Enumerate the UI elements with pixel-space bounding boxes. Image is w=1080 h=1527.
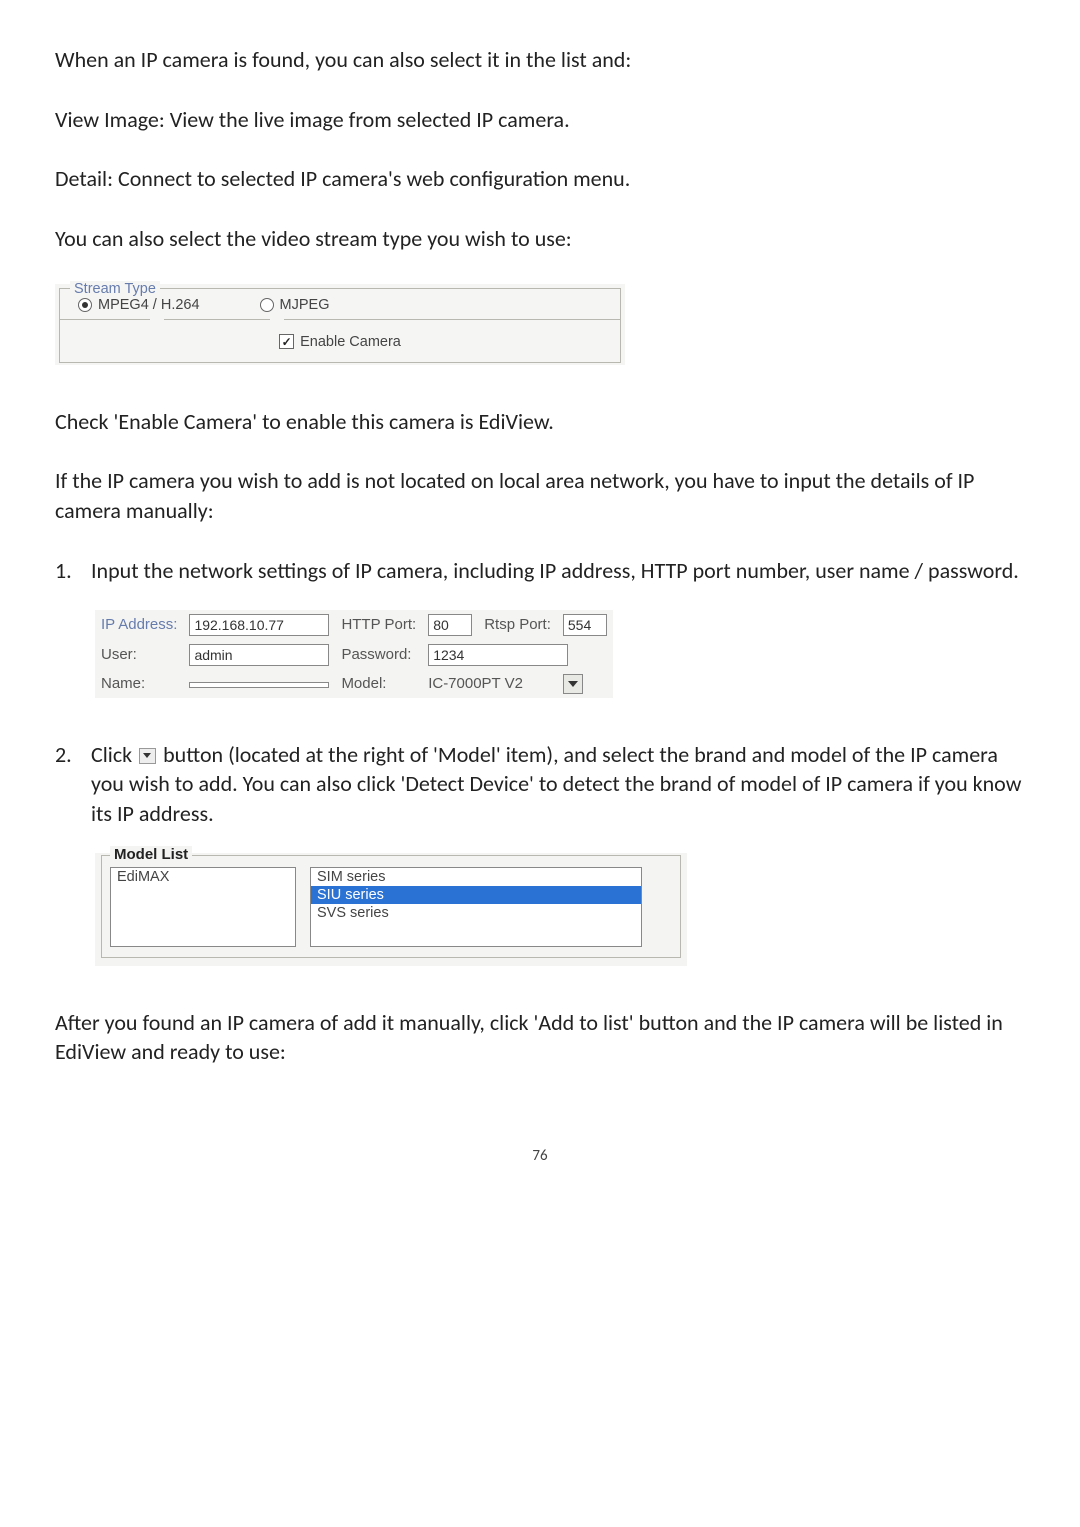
user-input[interactable]: admin xyxy=(189,644,329,666)
intro-line3: Detail: Connect to selected IP camera's … xyxy=(55,164,1025,194)
radio-mpeg4-label: MPEG4 / H.264 xyxy=(98,297,200,313)
intro-line4: You can also select the video stream typ… xyxy=(55,224,1025,254)
model-dropdown-button[interactable] xyxy=(563,674,583,694)
enable-camera-label: Enable Camera xyxy=(300,334,401,350)
step2-text: Click button (located at the right of 'M… xyxy=(91,740,1025,829)
intro-line2: View Image: View the live image from sel… xyxy=(55,105,1025,135)
model-label: Model: xyxy=(335,670,422,698)
httpport-input[interactable]: 80 xyxy=(428,614,472,636)
model-list-legend: Model List xyxy=(110,846,192,863)
step2-number: 2. xyxy=(55,740,91,829)
rtspport-input[interactable]: 554 xyxy=(563,614,607,636)
step1-number: 1. xyxy=(55,556,91,586)
enable-camera-checkbox[interactable]: ✓ Enable Camera xyxy=(279,334,401,350)
intro-line1: When an IP camera is found, you can also… xyxy=(55,45,1025,75)
model-list-panel: Model List EdiMAX SIM seriesSIU seriesSV… xyxy=(95,853,687,966)
series-item[interactable]: SVS series xyxy=(311,904,641,922)
series-item[interactable]: SIU series xyxy=(311,886,641,904)
ipaddress-input[interactable]: 192.168.10.77 xyxy=(189,614,329,636)
series-listbox[interactable]: SIM seriesSIU seriesSVS series xyxy=(310,867,642,947)
radio-mjpeg-label: MJPEG xyxy=(280,297,330,313)
rtspport-label: Rtsp Port: xyxy=(478,610,557,640)
radio-mpeg4[interactable]: MPEG4 / H.264 xyxy=(78,297,200,313)
settings-table: IP Address: 192.168.10.77 HTTP Port: 80 … xyxy=(95,610,613,698)
brand-listbox[interactable]: EdiMAX xyxy=(110,867,296,947)
name-input[interactable] xyxy=(189,682,329,688)
password-input[interactable]: 1234 xyxy=(428,644,568,666)
httpport-label: HTTP Port: xyxy=(335,610,422,640)
dropdown-icon xyxy=(139,748,156,764)
model-value: IC-7000PT V2 xyxy=(422,670,557,698)
ipaddress-label: IP Address: xyxy=(95,610,183,640)
step1-text: Input the network settings of IP camera,… xyxy=(91,556,1025,586)
stream-type-panel: Stream Type MPEG4 / H.264 MJPEG ✓ Enable… xyxy=(55,284,625,365)
brand-item[interactable]: EdiMAX xyxy=(111,868,295,886)
radio-empty-icon xyxy=(260,298,274,312)
stream-type-legend: Stream Type xyxy=(70,281,160,297)
name-label: Name: xyxy=(95,670,183,698)
mid-check: Check 'Enable Camera' to enable this cam… xyxy=(55,407,1025,437)
user-label: User: xyxy=(95,640,183,670)
radio-dot-icon xyxy=(78,298,92,312)
radio-mjpeg[interactable]: MJPEG xyxy=(260,297,330,313)
page-number: 76 xyxy=(55,1147,1025,1165)
series-item[interactable]: SIM series xyxy=(311,868,641,886)
password-label: Password: xyxy=(335,640,422,670)
mid-manual: If the IP camera you wish to add is not … xyxy=(55,466,1025,525)
outro-text: After you found an IP camera of add it m… xyxy=(55,1008,1025,1067)
checkmark-icon: ✓ xyxy=(279,334,294,349)
